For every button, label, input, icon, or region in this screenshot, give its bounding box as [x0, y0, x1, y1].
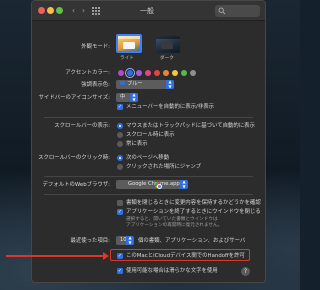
help-button[interactable]: ? — [241, 267, 250, 276]
accent-swatch-yellow[interactable] — [172, 70, 178, 76]
scrollbar-when-scrolling-radio[interactable] — [117, 132, 123, 138]
accent-swatch-orange[interactable] — [163, 70, 169, 76]
chevron-updown-icon: ▲ ▼ — [180, 179, 188, 189]
chrome-icon — [155, 182, 162, 189]
highlight-color-label: 強調表示色: — [81, 82, 110, 88]
search-icon — [218, 7, 226, 15]
sidebar-icon-size-value: 中 — [120, 94, 126, 100]
accent-swatch-red[interactable] — [154, 70, 160, 76]
recent-items-popup[interactable]: 10 ▲ ▼ — [116, 235, 134, 245]
scrollbar-display-label: スクロールバーの表示: — [54, 123, 110, 129]
appearance-dark-option[interactable] — [156, 36, 180, 53]
scroll-click-jump-label: クリックされた場所にジャンプ — [126, 164, 202, 170]
default-browser-popup[interactable]: Google Chrome.app ▲ ▼ — [116, 179, 188, 189]
accent-color-label: アクセントカラー: — [65, 70, 110, 76]
close-windows-label: アプリケーションを終了するときにウインドウを閉じる — [126, 209, 261, 215]
scrollbar-auto-radio[interactable] — [117, 123, 123, 129]
general-preferences-window: ‹ › 一般 外観モード: ライト ダーク アクセントカラー: 強調表示色: ブ… — [31, 0, 266, 283]
font-smoothing-checkbox[interactable]: ✓ — [117, 268, 123, 274]
default-browser-label: デフォルトのWebブラウザ: — [42, 182, 110, 188]
font-smoothing-label: 使用可能な場合は滑らかな文字を使用 — [126, 268, 218, 274]
chevron-updown-icon: ▲ ▼ — [126, 235, 134, 245]
show-all-grid-icon[interactable] — [91, 6, 101, 16]
scrollbar-auto-label: マウスまたはトラックパッドに基づいて自動的に表示 — [126, 123, 255, 129]
accent-swatch-purple[interactable] — [136, 70, 142, 76]
accent-swatch-multicolor[interactable] — [118, 70, 124, 76]
section-divider — [44, 176, 253, 177]
scroll-click-label: スクロールバーのクリック時: — [38, 155, 110, 161]
sidebar-icon-size-popup[interactable]: 中 ▲ ▼ — [116, 92, 138, 102]
accent-swatch-pink[interactable] — [145, 70, 151, 76]
zoom-window-button[interactable] — [56, 7, 63, 14]
close-window-button[interactable] — [38, 7, 45, 14]
annotation-arrow-line — [6, 255, 107, 257]
chevron-updown-icon: ▲ ▼ — [130, 92, 138, 102]
back-icon[interactable]: ‹ — [69, 6, 78, 16]
section-divider — [44, 194, 253, 195]
recent-items-text: 個の書類、アプリケーション、およびサーバ — [138, 238, 246, 244]
annotation-arrow-head-icon — [103, 252, 109, 260]
highlight-color-popup[interactable]: ブルー ▲ ▼ — [116, 79, 174, 89]
ask-keep-changes-label: 書類を閉じるときに変更内容を保持するかどうかを確認 — [126, 200, 261, 206]
scroll-click-next-page-label: 次のページへ移動 — [126, 155, 170, 161]
minimize-window-button[interactable] — [47, 7, 54, 14]
forward-icon[interactable]: › — [79, 6, 88, 16]
scrollbar-when-scrolling-label: スクロール時に表示 — [126, 132, 175, 138]
menubar-autohide-label: メニューバーを自動的に表示/非表示 — [126, 104, 215, 110]
appearance-light-label: ライト — [120, 56, 134, 61]
title-bar: ‹ › 一般 — [32, 1, 265, 21]
recent-items-label: 最近使った項目: — [70, 238, 110, 244]
color-chip-icon — [120, 81, 125, 85]
chevron-updown-icon: ▲ ▼ — [166, 79, 174, 89]
close-windows-note-line-2: アプリケーションの再開時に復元されません。 — [126, 223, 223, 228]
ask-keep-changes-checkbox[interactable] — [117, 200, 123, 206]
scroll-click-jump-radio[interactable] — [117, 164, 123, 170]
default-browser-value: Google Chrome.app — [128, 181, 180, 187]
scroll-click-next-page-radio[interactable] — [117, 155, 123, 161]
scrollbar-always-label: 常に表示 — [126, 141, 148, 147]
accent-swatch-green[interactable] — [181, 70, 187, 76]
accent-swatch-blue[interactable] — [127, 70, 133, 76]
appearance-light-option[interactable] — [116, 34, 142, 53]
section-divider — [44, 117, 253, 118]
sidebar-icon-size-label: サイドバーのアイコンサイズ: — [38, 95, 110, 101]
search-field[interactable] — [215, 5, 260, 17]
close-windows-checkbox[interactable]: ✓ — [117, 209, 123, 215]
annotation-highlight-box — [110, 249, 250, 261]
menubar-autohide-checkbox[interactable]: ✓ — [117, 104, 123, 110]
appearance-label: 外観モード: — [81, 44, 110, 50]
accent-swatch-graphite[interactable] — [190, 70, 196, 76]
scrollbar-always-radio[interactable] — [117, 141, 123, 147]
appearance-dark-label: ダーク — [160, 56, 174, 61]
window-title: 一般 — [140, 7, 154, 15]
highlight-color-value: ブルー — [127, 81, 143, 87]
